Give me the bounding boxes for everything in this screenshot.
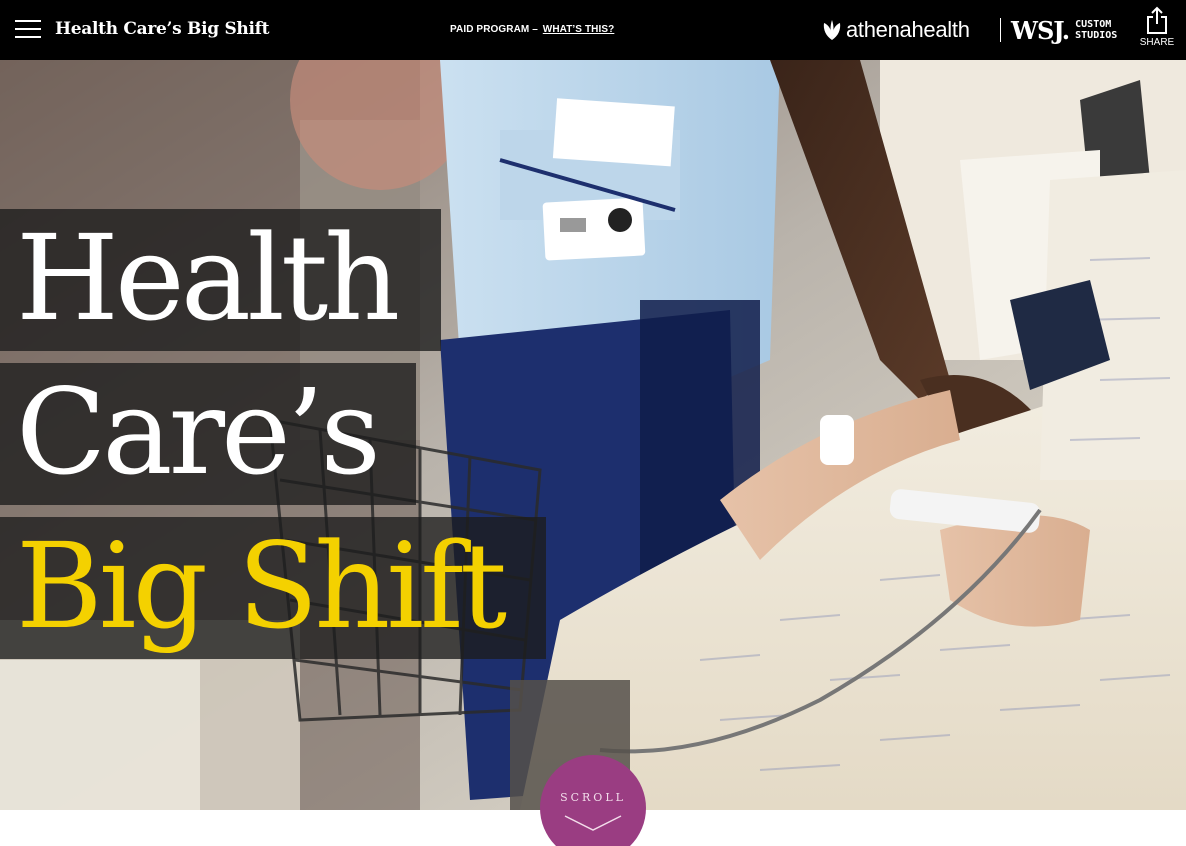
headline-line-3-box: Big Shift (0, 517, 546, 659)
wsj-mark: WSJ. (1011, 15, 1070, 45)
hero-section: Health Care’s Big Shift (0, 60, 1186, 810)
leaf-icon (823, 20, 841, 40)
headline-line-2: Care’s (16, 363, 381, 501)
headline-line-2-box: Care’s (0, 363, 416, 505)
chevron-down-icon (564, 815, 622, 831)
headline-line-3: Big Shift (16, 517, 507, 655)
hamburger-menu-icon[interactable] (15, 19, 41, 39)
scroll-label: SCROLL (560, 791, 626, 804)
share-label: SHARE (1139, 37, 1175, 48)
athenahealth-logo[interactable]: athenahealth (820, 16, 970, 44)
paid-program-label: PAID PROGRAM – (450, 24, 538, 35)
top-navigation-bar: Health Care’s Big Shift PAID PROGRAM – W… (0, 0, 1186, 60)
wsj-custom-studios-logo[interactable]: WSJ. CUSTOM STUDIOS (1011, 14, 1117, 46)
paid-program-notice: PAID PROGRAM – WHAT’S THIS? (450, 24, 614, 35)
custom-text: CUSTOM (1075, 19, 1112, 30)
share-upload-icon (1147, 6, 1167, 34)
share-button[interactable]: SHARE (1138, 6, 1176, 54)
custom-studios-text: CUSTOM STUDIOS (1075, 19, 1117, 41)
logo-divider (1000, 18, 1001, 42)
studios-text: STUDIOS (1075, 30, 1118, 41)
headline-line-1-box: Health (0, 209, 441, 351)
whats-this-link[interactable]: WHAT’S THIS? (543, 24, 615, 35)
site-title[interactable]: Health Care’s Big Shift (55, 19, 270, 39)
athenahealth-wordmark: athenahealth (846, 17, 970, 42)
headline-line-1: Health (16, 209, 400, 347)
